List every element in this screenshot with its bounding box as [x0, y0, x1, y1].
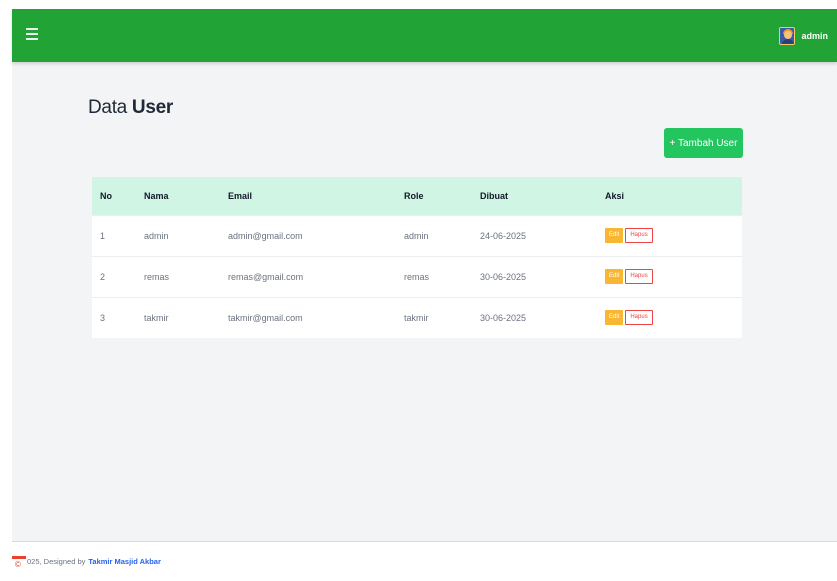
cell-dibuat: 24-06-2025 — [472, 214, 597, 256]
edit-button[interactable]: Edit — [605, 269, 624, 284]
username-label: admin — [801, 31, 828, 41]
footer: 025, Designed by Takmir Masjid Akbar — [13, 557, 161, 566]
cell-aksi: Edit Hapus — [597, 214, 742, 256]
column-header-no: No — [92, 177, 136, 215]
cell-role: admin — [396, 214, 472, 256]
page-title-prefix: Data — [88, 97, 127, 118]
user-table: No Nama Email Role Dibuat Aksi 1 admin a… — [92, 177, 742, 338]
delete-button[interactable]: Hapus — [625, 228, 653, 243]
cell-aksi: Edit Hapus — [597, 255, 742, 297]
column-header-dibuat: Dibuat — [472, 177, 597, 215]
table-row: 1 admin admin@gmail.com admin 24-06-2025… — [92, 214, 742, 256]
delete-button[interactable]: Hapus — [625, 269, 653, 284]
cell-dibuat: 30-06-2025 — [472, 255, 597, 297]
hamburger-icon[interactable] — [26, 28, 38, 42]
footer-link[interactable]: Takmir Masjid Akbar — [88, 557, 161, 566]
column-header-email: Email — [220, 177, 396, 215]
cell-nama: remas — [136, 255, 220, 297]
footer-text: 025, Designed by — [27, 557, 86, 566]
user-menu[interactable]: admin — [779, 26, 828, 46]
add-user-button[interactable]: + Tambah User — [664, 128, 743, 158]
delete-button[interactable]: Hapus — [625, 310, 653, 326]
column-header-nama: Nama — [136, 177, 220, 215]
top-navbar: admin — [12, 9, 837, 62]
page-title-strong: User — [131, 97, 173, 118]
table-header-row: No Nama Email Role Dibuat Aksi — [92, 177, 742, 215]
cell-nama: admin — [136, 214, 220, 256]
page-title: Data User — [88, 97, 173, 119]
cell-role: takmir — [396, 296, 472, 338]
edit-button[interactable]: Edit — [605, 310, 624, 326]
cell-no: 3 — [92, 296, 136, 338]
cell-email: admin@gmail.com — [220, 214, 396, 256]
cell-no: 2 — [92, 255, 136, 297]
table-row: 2 remas remas@gmail.com remas 30-06-2025… — [92, 255, 742, 297]
cell-role: remas — [396, 255, 472, 297]
cell-email: remas@gmail.com — [220, 255, 396, 297]
cell-no: 1 — [92, 214, 136, 256]
cell-dibuat: 30-06-2025 — [472, 296, 597, 338]
column-header-role: Role — [396, 177, 472, 215]
edit-button[interactable]: Edit — [605, 228, 624, 243]
cell-aksi: Edit Hapus — [597, 296, 742, 338]
table-row: 3 takmir takmir@gmail.com takmir 30-06-2… — [92, 296, 742, 338]
footer-divider — [12, 541, 837, 542]
column-header-aksi: Aksi — [597, 177, 742, 215]
cell-email: takmir@gmail.com — [220, 296, 396, 338]
user-avatar-icon — [779, 27, 796, 45]
cell-nama: takmir — [136, 296, 220, 338]
